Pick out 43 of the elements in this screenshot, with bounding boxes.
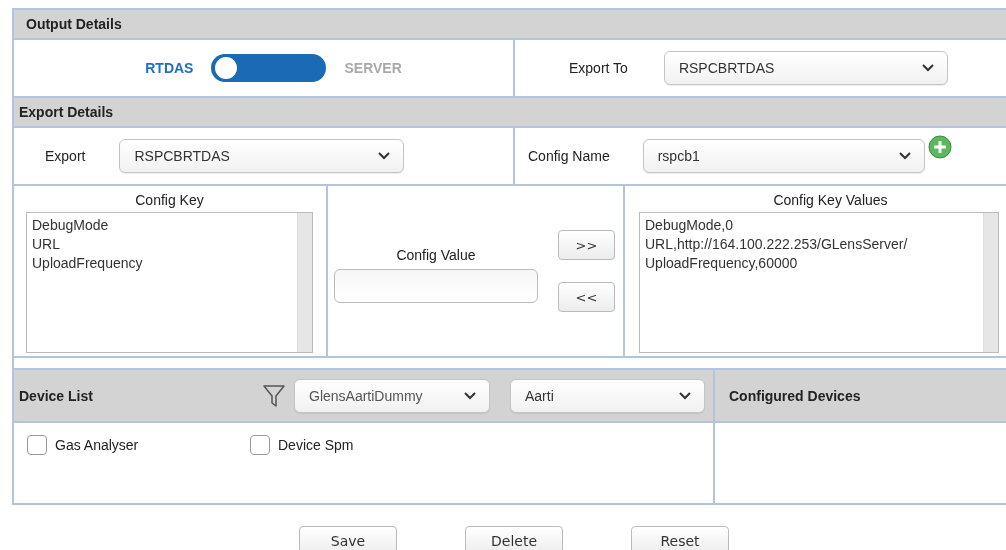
add-icon[interactable] — [927, 135, 952, 159]
chevron-icon — [463, 390, 477, 401]
chevron-icon — [377, 151, 392, 161]
column-header: Config Key — [134, 192, 205, 208]
list-box[interactable]: DebugMode,0 URL,http://164.100.222.253/GLensServer/ UploadFrequency,60000 — [639, 212, 999, 353]
checkbox[interactable] — [27, 435, 47, 455]
checkbox[interactable] — [250, 435, 270, 455]
toggle-label: RTDAS — [145, 60, 194, 76]
list-item[interactable]: UploadFrequency,60000 — [645, 255, 978, 271]
list-item[interactable]: DebugMode — [32, 217, 292, 233]
field-label: Config Name — [528, 148, 610, 164]
section-header: Export Details — [14, 98, 1006, 128]
transfer-button[interactable]: << — [558, 282, 615, 312]
action-button[interactable]: Delete — [465, 526, 563, 550]
list-item[interactable]: URL — [32, 236, 292, 252]
dropdown[interactable]: rspcb1 — [642, 139, 925, 173]
action-button[interactable]: Save — [299, 526, 397, 550]
action-button[interactable]: Reset — [631, 526, 729, 550]
transfer-button[interactable]: >> — [558, 230, 615, 260]
chevron-icon — [897, 151, 912, 161]
section-header: Output Details — [14, 10, 1006, 40]
section-title: Configured Devices — [729, 387, 861, 404]
field-label: Config Value — [396, 247, 476, 263]
list-item[interactable]: URL,http://164.100.222.253/GLensServer/ — [645, 236, 978, 252]
toggle-switch[interactable] — [211, 54, 327, 82]
list-item[interactable]: UploadFrequency — [32, 255, 292, 271]
text-field[interactable] — [334, 269, 538, 303]
column-header: Config Key Values — [772, 192, 889, 208]
checkbox-label: Gas Analyser — [55, 437, 139, 453]
section-title: Device List — [19, 387, 94, 404]
chevron-icon — [920, 63, 935, 73]
dropdown[interactable]: RSPCBRTDAS — [119, 139, 405, 173]
list-box[interactable]: DebugMode URL UploadFrequency — [26, 212, 313, 353]
field-label: Export To — [569, 60, 628, 76]
list-item[interactable]: DebugMode,0 — [645, 217, 978, 233]
dropdown[interactable]: Aarti — [510, 378, 705, 413]
checkbox-label: Device Spm — [278, 437, 354, 453]
toggle-label: SERVER — [344, 60, 402, 76]
dropdown[interactable]: RSPCBRTDAS — [663, 51, 948, 85]
filter-icon[interactable] — [263, 383, 285, 408]
chevron-icon — [678, 390, 692, 401]
field-label: Export — [45, 148, 86, 164]
dropdown[interactable]: GlensAartiDummy — [294, 378, 490, 413]
